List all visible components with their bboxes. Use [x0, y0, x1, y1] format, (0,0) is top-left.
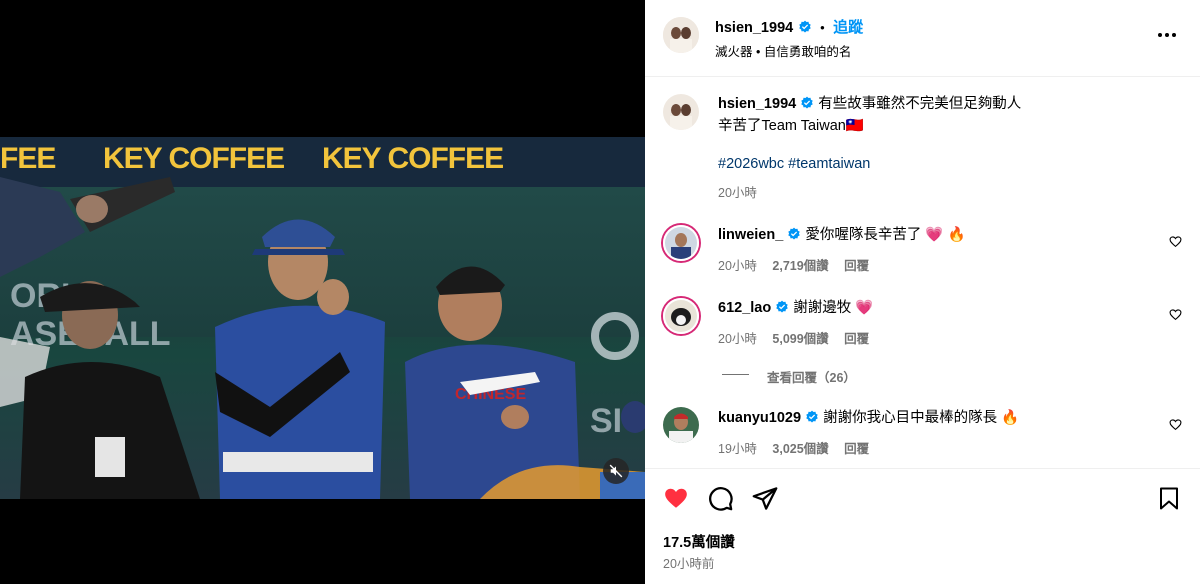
comment-body: 612_lao 謝謝邊牧 💗 [718, 297, 873, 319]
view-replies-button[interactable]: 查看回覆（26） [767, 367, 856, 386]
more-options-icon[interactable] [1156, 28, 1178, 42]
comment-reply-button[interactable]: 回覆 [844, 259, 869, 273]
author-avatar-image [663, 17, 699, 53]
replies-divider [722, 374, 749, 375]
comment-username[interactable]: 612_lao [718, 300, 771, 316]
comment-text: 謝謝邊牧 💗 [793, 300, 874, 316]
comment-meta: 19小時 3,025個讚 回覆 [718, 438, 869, 457]
heart-icon[interactable] [662, 485, 690, 511]
comment-time[interactable]: 19小時 [718, 442, 757, 456]
verified-icon [776, 300, 788, 313]
comment-likes[interactable]: 3,025個讚 [772, 442, 828, 456]
heart-icon[interactable] [1169, 235, 1182, 248]
comment-reply-button[interactable]: 回覆 [844, 332, 869, 346]
comment-avatar-image [663, 407, 699, 443]
comment-avatar[interactable] [663, 225, 699, 261]
caption-username[interactable]: hsien_1994 [718, 96, 796, 112]
separator-dot: • [820, 20, 825, 35]
caption-text: hsien_1994 有些故事雖然不完美但足夠動人 辛苦了Team Taiwan… [718, 93, 1178, 137]
comment-time[interactable]: 20小時 [718, 259, 757, 273]
caption-avatar[interactable] [663, 94, 699, 130]
comment-text: 謝謝你我心目中最棒的隊長 🔥 [823, 410, 1020, 426]
comment-body: kuanyu1029 謝謝你我心目中最棒的隊長 🔥 [718, 407, 1019, 429]
caption-time[interactable]: 20小時 [718, 182, 757, 201]
follow-button[interactable]: 追蹤 [833, 19, 863, 36]
caption-hashtags[interactable]: #2026wbc #teamtaiwan [718, 156, 870, 172]
bookmark-icon[interactable] [1157, 485, 1181, 512]
heart-icon[interactable] [1169, 418, 1182, 431]
caption-line-2: 辛苦了Team Taiwan🇹🇼 [718, 118, 864, 134]
comment-reply-button[interactable]: 回覆 [844, 442, 869, 456]
comment-likes[interactable]: 2,719個讚 [772, 259, 828, 273]
caption-avatar-image [663, 94, 699, 130]
comment-time[interactable]: 20小時 [718, 332, 757, 346]
verified-icon [801, 96, 813, 109]
comment-meta: 20小時 5,099個讚 回覆 [718, 328, 869, 347]
media-pane: FEE KEY COFFEE KEY COFFEE ORL ASEBALL SI… [0, 0, 645, 584]
verified-icon [806, 410, 818, 423]
comment-username[interactable]: linweien_ [718, 227, 783, 243]
video-frame-scene: CHINESE [0, 177, 645, 499]
post-like-count[interactable]: 17.5萬個讚 [663, 531, 735, 552]
author-line: hsien_1994 • 追蹤 [715, 16, 863, 37]
verified-icon [788, 227, 801, 240]
comment-icon[interactable] [707, 485, 734, 512]
comment-avatar-image [665, 300, 697, 332]
caption-line-1: 有些故事雖然不完美但足夠動人 [818, 96, 1022, 112]
video-player[interactable]: FEE KEY COFFEE KEY COFFEE ORL ASEBALL SI… [0, 137, 645, 499]
author-avatar[interactable] [663, 17, 699, 53]
comment-avatar[interactable] [663, 407, 699, 443]
comment-body: linweien_ 愛你喔隊長辛苦了 💗 🔥 [718, 224, 966, 246]
comment-text: 愛你喔隊長辛苦了 💗 🔥 [805, 227, 966, 243]
verified-icon [798, 20, 811, 33]
post-header: hsien_1994 • 追蹤 滅火器 • 自信勇敢咱的名 [645, 0, 1200, 77]
share-icon[interactable] [751, 485, 779, 512]
mute-button[interactable] [603, 458, 629, 484]
heart-icon[interactable] [1169, 308, 1182, 321]
comment-likes[interactable]: 5,099個讚 [772, 332, 828, 346]
comment-username[interactable]: kuanyu1029 [718, 410, 801, 426]
author-subtitle[interactable]: 滅火器 • 自信勇敢咱的名 [715, 41, 851, 60]
comment-avatar-image [665, 227, 697, 259]
mute-icon [609, 464, 623, 478]
post-panel: hsien_1994 • 追蹤 滅火器 • 自信勇敢咱的名 hsien_1994… [645, 0, 1200, 584]
comment-avatar[interactable] [663, 298, 699, 334]
post-timestamp[interactable]: 20小時前 [663, 553, 714, 572]
author-username[interactable]: hsien_1994 [715, 20, 793, 36]
comment-meta: 20小時 2,719個讚 回覆 [718, 255, 869, 274]
action-bar: 17.5萬個讚 20小時前 [645, 468, 1200, 584]
